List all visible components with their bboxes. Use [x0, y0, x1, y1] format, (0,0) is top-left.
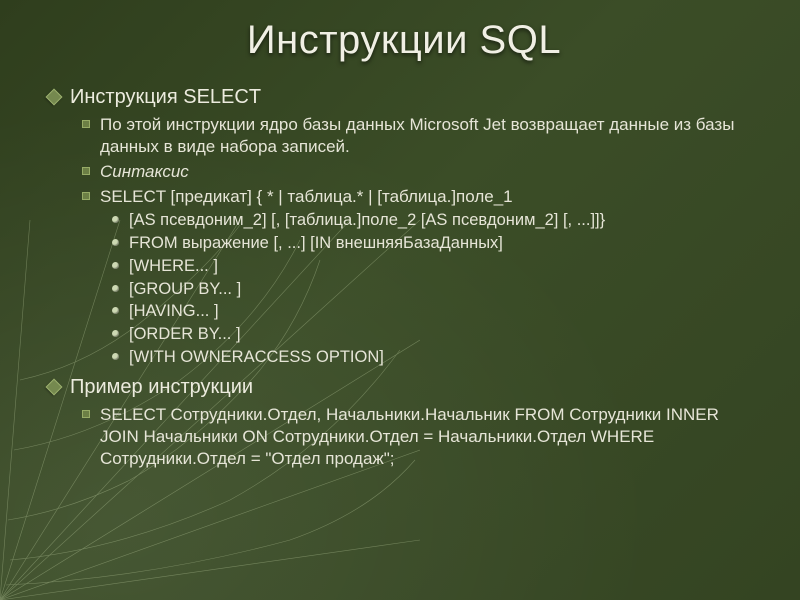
section-heading: Пример инструкции — [70, 375, 253, 400]
section-heading: Инструкция SELECT — [70, 85, 261, 110]
list-item: [GROUP BY... ] — [112, 279, 760, 301]
list-item: SELECT Сотрудники.Отдел, Начальники.Нача… — [82, 404, 760, 470]
list-item: [AS псевдоним_2] [, [таблица.]поле_2 [AS… — [112, 210, 760, 232]
syntax-label: Синтаксис — [100, 161, 189, 183]
square-bullet-icon — [82, 410, 90, 418]
list-item: [HAVING... ] — [112, 301, 760, 323]
list-item: Синтаксис — [82, 161, 760, 183]
syntax-line: FROM выражение [, ...] [IN внешняяБазаДа… — [129, 233, 503, 255]
list-item: Пример инструкции SELECT Сотрудники.Отде… — [48, 375, 760, 470]
square-bullet-icon — [82, 120, 90, 128]
dot-bullet-icon — [112, 285, 119, 292]
description-text: По этой инструкции ядро базы данных Micr… — [100, 114, 760, 158]
dot-bullet-icon — [112, 239, 119, 246]
dot-bullet-icon — [112, 307, 119, 314]
dot-bullet-icon — [112, 262, 119, 269]
list-item: По этой инструкции ядро базы данных Micr… — [82, 114, 760, 158]
bullet-list: Инструкция SELECT По этой инструкции ядр… — [48, 85, 760, 470]
syntax-line: [GROUP BY... ] — [129, 279, 241, 301]
syntax-line: SELECT [предикат] { * | таблица.* | [таб… — [100, 186, 513, 208]
syntax-line: [WHERE... ] — [129, 256, 218, 278]
square-bullet-icon — [82, 192, 90, 200]
dot-bullet-icon — [112, 330, 119, 337]
list-item: [ORDER BY... ] — [112, 324, 760, 346]
dot-bullet-icon — [112, 216, 119, 223]
example-text: SELECT Сотрудники.Отдел, Начальники.Нача… — [100, 404, 760, 470]
list-item: Инструкция SELECT По этой инструкции ядр… — [48, 85, 760, 369]
syntax-line: [ORDER BY... ] — [129, 324, 241, 346]
list-item: SELECT [предикат] { * | таблица.* | [таб… — [82, 186, 760, 368]
list-item: [WHERE... ] — [112, 256, 760, 278]
diamond-bullet-icon — [46, 89, 63, 106]
slide-content: Инструкции SQL Инструкция SELECT По этой… — [0, 0, 800, 600]
slide-title: Инструкции SQL — [48, 18, 760, 63]
syntax-line: [HAVING... ] — [129, 301, 219, 323]
diamond-bullet-icon — [46, 378, 63, 395]
list-item: FROM выражение [, ...] [IN внешняяБазаДа… — [112, 233, 760, 255]
list-item: [WITH OWNERACCESS OPTION] — [112, 347, 760, 369]
dot-bullet-icon — [112, 353, 119, 360]
syntax-line: [AS псевдоним_2] [, [таблица.]поле_2 [AS… — [129, 210, 605, 232]
square-bullet-icon — [82, 167, 90, 175]
syntax-line: [WITH OWNERACCESS OPTION] — [129, 347, 384, 369]
